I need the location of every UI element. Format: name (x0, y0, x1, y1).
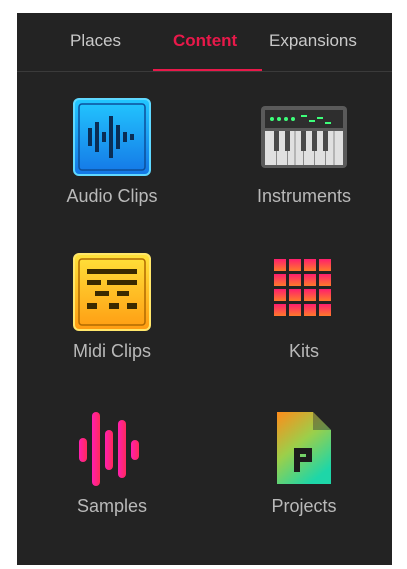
midi-clip-icon (73, 253, 151, 336)
pad-grid-icon (265, 253, 343, 336)
content-item-label: Projects (271, 496, 337, 516)
content-item-projects[interactable]: Projects (224, 408, 384, 548)
tab-places[interactable]: Places (70, 31, 121, 51)
content-item-label: Audio Clips (66, 186, 158, 206)
active-tab-indicator (153, 69, 262, 71)
audio-clip-icon (73, 98, 151, 181)
content-item-instruments[interactable]: Instruments (224, 98, 384, 238)
content-item-midi-clips[interactable]: Midi Clips (32, 253, 192, 393)
content-item-samples[interactable]: Samples (32, 408, 192, 548)
tab-bar: Places Content Expansions (17, 13, 392, 72)
content-item-label: Midi Clips (72, 341, 151, 361)
content-browser-panel: Places Content Expansions Audio Clips In… (17, 13, 392, 565)
keyboard-icon (261, 98, 347, 181)
content-item-label: Samples (76, 496, 148, 516)
content-item-kits[interactable]: Kits (224, 253, 384, 393)
tab-content[interactable]: Content (173, 31, 237, 51)
content-item-label: Instruments (256, 186, 352, 206)
waveform-icon (69, 408, 155, 495)
content-item-audio-clips[interactable]: Audio Clips (32, 98, 192, 238)
tab-expansions[interactable]: Expansions (269, 31, 357, 51)
content-item-label: Kits (288, 341, 319, 361)
project-file-icon (265, 408, 343, 495)
